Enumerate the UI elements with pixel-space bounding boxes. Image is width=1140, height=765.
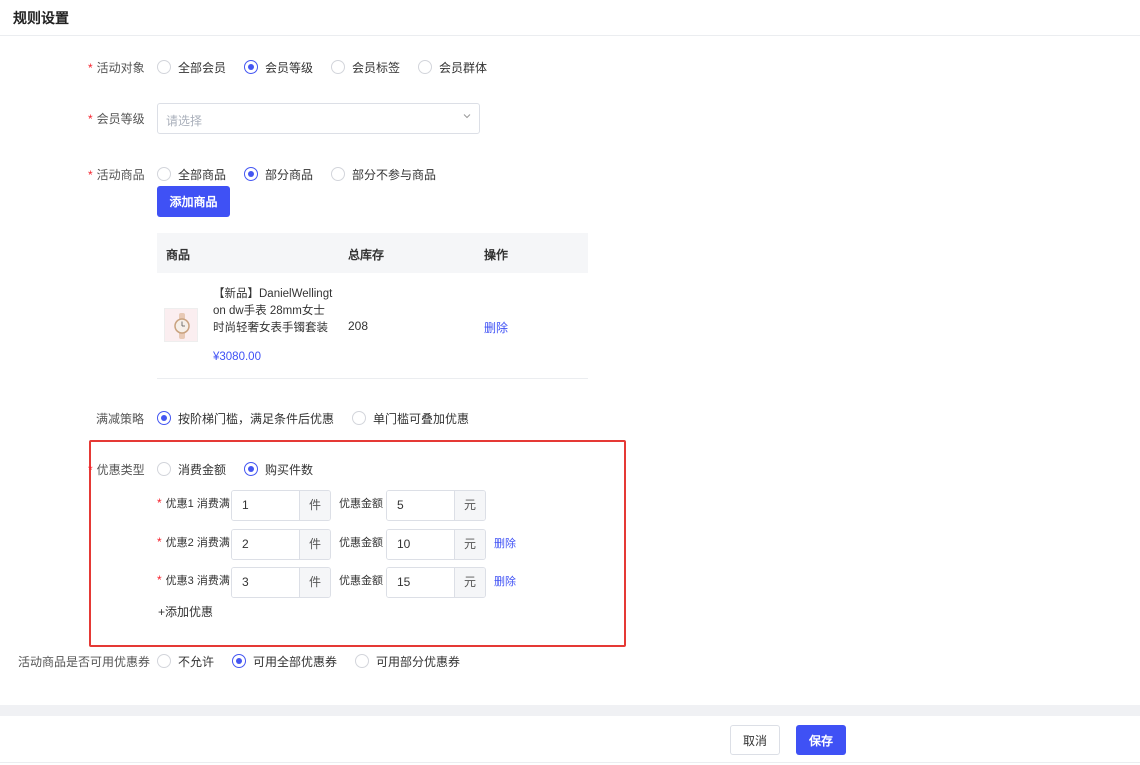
radio-coupon-not-allowed[interactable]: 不允许: [157, 653, 214, 670]
product-stock: 208: [348, 319, 369, 333]
table-row: 【新品】DanielWellington dw手表 28mm女士时尚轻奢女表手镯…: [157, 273, 588, 379]
required-mark: *: [88, 61, 93, 75]
radio-single-threshold-stackable[interactable]: 单门槛可叠加优惠: [352, 410, 469, 427]
tier-2-amount-label: 优惠金额: [339, 537, 383, 549]
tier-3-amount-input[interactable]: 15 元: [386, 567, 486, 598]
required-mark: *: [157, 573, 162, 587]
tier-1-amount-label: 优惠金额: [339, 498, 383, 510]
activity-goods-radio-group: 全部商品 部分商品 部分不参与商品: [157, 165, 454, 183]
page-title: 规则设置: [13, 10, 69, 26]
tier-3-amount-label: 优惠金额: [339, 575, 383, 587]
discount-type-radio-group: 消费金额 购买件数: [157, 460, 331, 478]
required-mark: *: [88, 168, 93, 182]
tier-2-quantity-input[interactable]: 2件: [231, 529, 331, 560]
tier-2-label: * 优惠2 消费满: [157, 535, 230, 549]
cancel-button[interactable]: 取消: [730, 725, 780, 755]
member-level-select[interactable]: 请选择: [157, 103, 480, 134]
product-thumbnail: [164, 308, 198, 342]
footer-separator: [0, 705, 1140, 716]
radio-coupon-partial[interactable]: 可用部分优惠券: [355, 653, 460, 670]
tier-2-amount-input[interactable]: 10 元: [386, 529, 486, 560]
tier-3-delete-link[interactable]: 删除: [494, 573, 516, 589]
tier-1-quantity-input[interactable]: 1件: [231, 490, 331, 521]
footer-bottom-line: [0, 762, 1140, 763]
chevron-down-icon: [463, 114, 471, 119]
tier-2-delete-link[interactable]: 删除: [494, 535, 516, 551]
radio-excluded-goods[interactable]: 部分不参与商品: [331, 166, 436, 183]
radio-coupon-all[interactable]: 可用全部优惠券: [232, 653, 337, 670]
radio-all-members[interactable]: 全部会员: [157, 59, 226, 76]
required-mark: *: [157, 535, 162, 549]
watch-icon: [174, 313, 190, 339]
add-tier-link[interactable]: +添加优惠: [158, 603, 213, 620]
required-mark: *: [88, 463, 93, 477]
product-price: ¥3080.00: [213, 351, 261, 363]
coupon-usage-radio-group: 不允许 可用全部优惠券 可用部分优惠券: [157, 652, 478, 670]
column-header-stock: 总库存: [348, 248, 385, 262]
member-level-placeholder: 请选择: [166, 114, 203, 128]
goods-table: 商品 总库存 操作 【新品】DanielWellington dw手表 28mm…: [157, 233, 588, 379]
add-goods-button[interactable]: 添加商品: [157, 186, 230, 217]
radio-member-group[interactable]: 会员群体: [418, 59, 487, 76]
radio-tiered-threshold[interactable]: 按阶梯门槛，满足条件后优惠: [157, 410, 334, 427]
radio-partial-goods[interactable]: 部分商品: [244, 166, 313, 183]
discount-strategy-label: 满减策略: [96, 412, 145, 426]
required-mark: *: [157, 496, 162, 510]
column-header-goods: 商品: [166, 248, 191, 262]
member-level-label: * 会员等级: [88, 112, 145, 126]
radio-spend-amount[interactable]: 消费金额: [157, 461, 226, 478]
coupon-usage-label: 活动商品是否可用优惠券: [18, 655, 151, 669]
radio-member-tag[interactable]: 会员标签: [331, 59, 400, 76]
tier-1-amount-input[interactable]: 5元: [386, 490, 486, 521]
delete-goods-link[interactable]: 删除: [484, 319, 508, 336]
activity-goods-label: * 活动商品: [88, 168, 145, 182]
save-button[interactable]: 保存: [796, 725, 846, 755]
column-header-action: 操作: [484, 248, 509, 262]
tier-1-label: * 优惠1 消费满: [157, 496, 230, 510]
radio-purchase-quantity[interactable]: 购买件数: [244, 461, 313, 478]
activity-target-radio-group: 全部会员 会员等级 会员标签 会员群体: [157, 58, 505, 76]
tier-3-quantity-input[interactable]: 3件: [231, 567, 331, 598]
required-mark: *: [88, 112, 93, 126]
discount-strategy-radio-group: 按阶梯门槛，满足条件后优惠 单门槛可叠加优惠: [157, 409, 487, 427]
discount-type-label: * 优惠类型: [88, 463, 145, 477]
radio-all-goods[interactable]: 全部商品: [157, 166, 226, 183]
page-header: 规则设置: [0, 0, 1140, 36]
table-header: 商品 总库存 操作: [157, 233, 588, 273]
tier-3-label: * 优惠3 消费满: [157, 573, 230, 587]
product-name: 【新品】DanielWellington dw手表 28mm女士时尚轻奢女表手镯…: [213, 288, 333, 334]
activity-target-label: * 活动对象: [88, 61, 145, 75]
radio-member-level[interactable]: 会员等级: [244, 59, 313, 76]
